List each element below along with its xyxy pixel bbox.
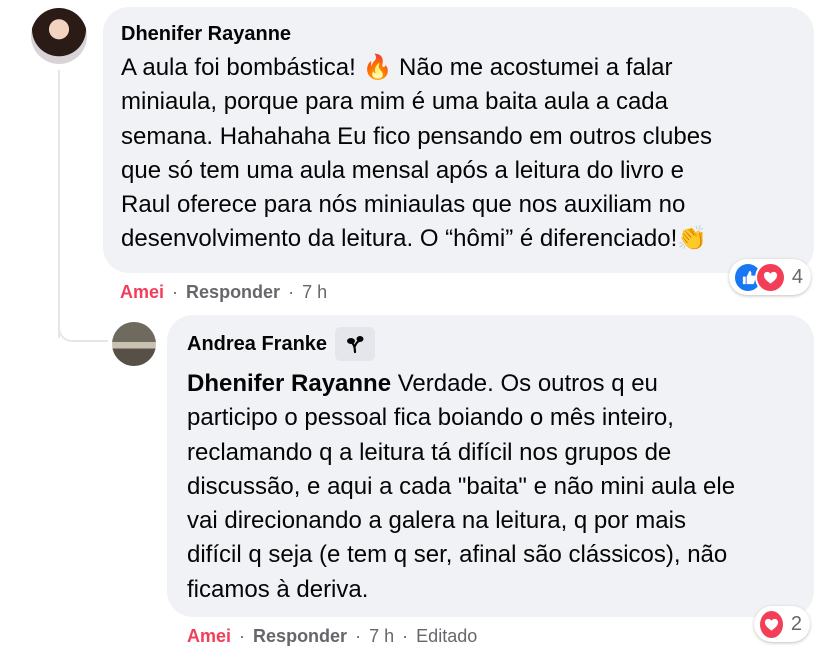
comment-line: ficamos à deriva. <box>187 575 369 603</box>
comment-line: reclamando q a leitura tá difícil nos gr… <box>187 438 672 466</box>
comment-line: semana. Hahahaha Eu fico pensando em out… <box>121 122 713 150</box>
thread-connector-line <box>58 70 60 338</box>
comment-line: que só tem uma aula mensal após a leitur… <box>121 156 684 184</box>
mention-link[interactable]: Dhenifer Rayanne <box>187 370 391 397</box>
comment-author[interactable]: Dhenifer Rayanne <box>121 21 291 47</box>
comment-line: Dhenifer Rayanne Verdade. Os outros q eu <box>187 367 798 401</box>
love-button[interactable]: Amei <box>120 282 164 302</box>
comment-text: A aula foi bombástica! 🔥 Não me acostume… <box>121 51 798 257</box>
comment-line: A aula foi bombástica! 🔥 Não me acostume… <box>121 54 673 81</box>
timestamp[interactable]: 7 h <box>369 626 394 646</box>
comment-actions: Amei · Responder · 7 h · Editado <box>187 626 477 647</box>
separator: · <box>172 282 179 302</box>
comment-text: Dhenifer Rayanne Verdade. Os outros q eu… <box>187 367 798 607</box>
reply-button[interactable]: Responder <box>253 626 347 646</box>
comment-bubble: Dhenifer Rayanne A aula foi bombástica! … <box>103 7 814 273</box>
comment-line: Raul oferece para nós miniaulas que nos … <box>121 191 686 219</box>
separator: · <box>288 282 295 302</box>
edited-label[interactable]: Editado <box>416 626 477 646</box>
comment-actions: Amei · Responder · 7 h <box>120 282 327 303</box>
love-reaction-icon <box>755 261 786 293</box>
comment-line: miniaula, porque para mim é uma baita au… <box>121 88 668 116</box>
timestamp[interactable]: 7 h <box>302 282 327 302</box>
reply-bubble: Andrea Franke Dhenifer Rayanne Verdade. … <box>167 315 814 617</box>
reaction-count: 2 <box>790 612 802 635</box>
comment-line: desenvolvimento da leitura. O “hômi” é d… <box>121 225 708 253</box>
comment-line: difícil q seja (e tem q ser, afinal são … <box>187 541 728 569</box>
separator: · <box>402 626 409 646</box>
rising-fan-badge-icon[interactable] <box>335 327 376 361</box>
avatar[interactable] <box>112 322 156 366</box>
comment-line: vai direcionando a galera na leitura, q … <box>187 507 686 535</box>
love-reaction-icon <box>758 608 785 640</box>
reaction-summary[interactable]: 2 <box>754 606 810 642</box>
love-button[interactable]: Amei <box>187 626 231 646</box>
avatar[interactable] <box>31 8 87 64</box>
comment-line: participo o pessoal fica boiando o mês i… <box>187 404 674 432</box>
comment-line: discussão, e aqui a cada "baita" e não m… <box>187 472 736 500</box>
reaction-summary[interactable]: 4 <box>729 259 811 295</box>
separator: · <box>355 626 362 646</box>
comment-line-text: Verdade. Os outros q eu <box>391 370 658 397</box>
separator: · <box>239 626 246 646</box>
reply-connector-curve <box>58 314 108 342</box>
reaction-count: 4 <box>791 265 803 288</box>
comment-author[interactable]: Andrea Franke <box>187 331 327 357</box>
author-row: Andrea Franke <box>187 327 798 363</box>
reply-button[interactable]: Responder <box>186 282 280 302</box>
